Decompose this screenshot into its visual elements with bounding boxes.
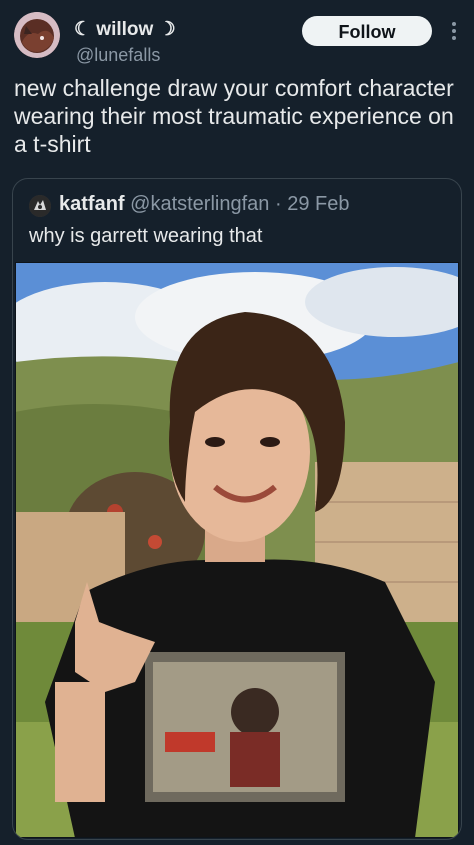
author-handle[interactable]: @lunefalls <box>76 45 160 66</box>
author-avatar[interactable] <box>14 12 60 58</box>
quote-photo[interactable] <box>15 262 459 838</box>
follow-button[interactable]: Follow <box>302 16 432 46</box>
quote-header: katfanf @katsterlingfan · 29 Feb <box>59 193 349 216</box>
quoted-tweet[interactable]: katfanf @katsterlingfan · 29 Feb why is … <box>12 178 462 840</box>
separator-dot: · <box>274 193 282 215</box>
quote-date[interactable]: 29 Feb <box>287 193 349 215</box>
quote-author-avatar[interactable] <box>29 195 51 217</box>
quote-author-name[interactable]: katfanf <box>59 193 125 215</box>
quote-text: why is garrett wearing that <box>29 225 263 247</box>
author-display-name[interactable]: ☾ willow ☽ <box>74 18 176 41</box>
tweet-text: new challenge draw your comfort characte… <box>14 75 454 157</box>
tweet-page: ☾ willow ☽ @lunefalls Follow new challen… <box>0 0 474 845</box>
more-vertical-icon[interactable] <box>448 20 460 42</box>
quote-author-handle[interactable]: @katsterlingfan <box>130 193 269 215</box>
tweet-header: ☾ willow ☽ @lunefalls Follow <box>14 12 460 65</box>
